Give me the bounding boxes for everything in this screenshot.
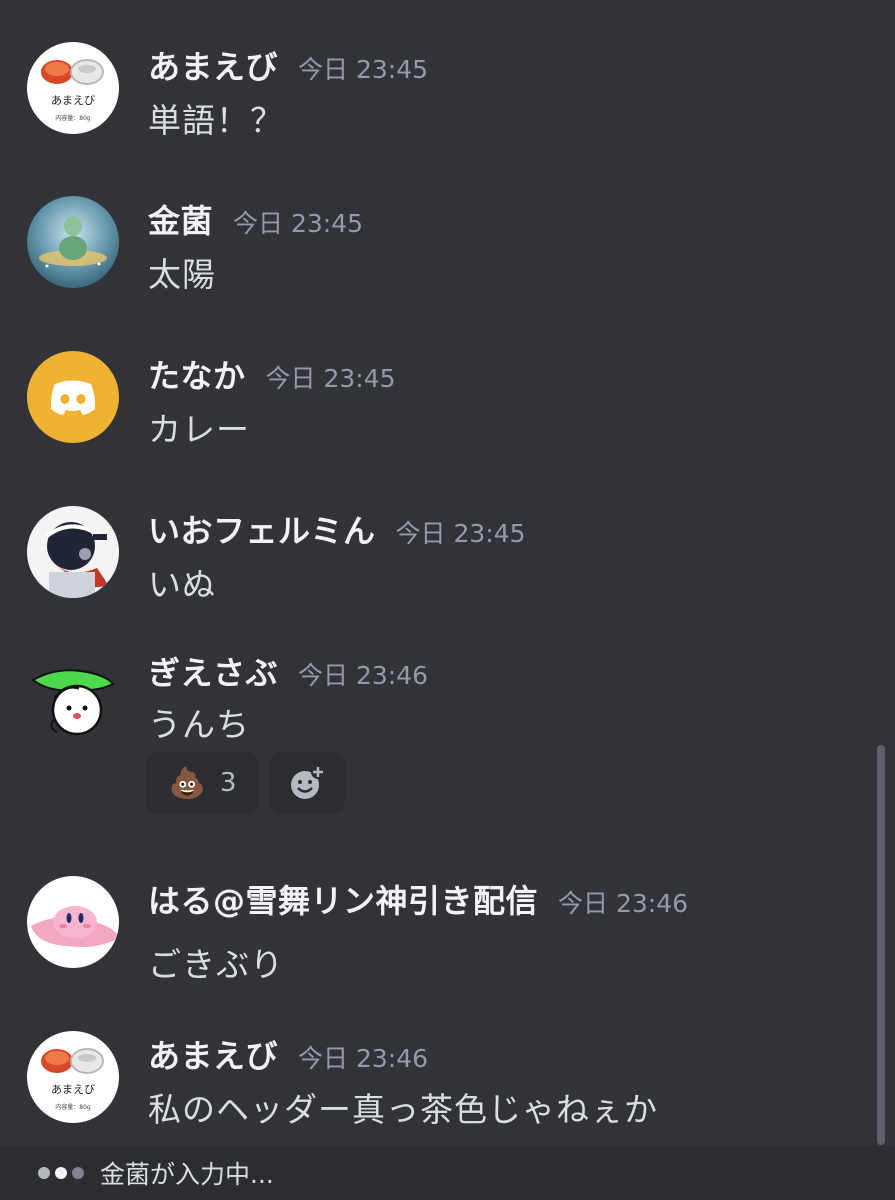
timestamp: 今日 23:45 [298,55,429,84]
scrollbar-thumb[interactable] [877,745,885,1145]
user-avatar[interactable]: あまえび 内容量：80g [27,42,119,134]
message-content: 太陽 [148,255,216,294]
message-content: 私のヘッダー真っ茶色じゃねぇか [148,1090,658,1129]
message-content: 単語！？ [148,101,284,140]
avatar-sub-text: 内容量：80g [55,114,91,122]
typing-text: 金菌が入力中... [100,1160,274,1189]
chat-message-list[interactable]: あまえび 内容量：80g あまえび 今日 23:45 単語！？ 金菌 今日 23… [0,0,895,1146]
username[interactable]: 金菌 [148,196,213,242]
timestamp: 今日 23:46 [298,1044,429,1073]
username[interactable]: ぎえさぶ [148,648,278,694]
timestamp: 今日 23:45 [395,519,526,548]
timestamp: 今日 23:45 [265,364,396,393]
reactions-bar: 💩 3 [146,752,345,814]
message-content: いぬ [148,565,216,604]
username[interactable]: たなか [148,351,246,397]
user-avatar[interactable] [27,196,119,288]
avatar-sub-text: 内容量：80g [55,1103,91,1111]
user-avatar[interactable] [27,506,119,598]
username[interactable]: あまえび [148,42,278,88]
timestamp: 今日 23:46 [298,661,429,690]
user-avatar[interactable] [27,648,119,740]
avatar-label-text: あまえび [51,1083,95,1096]
message-content: うんち [148,705,250,744]
user-avatar[interactable] [27,351,119,443]
message-content: ごきぶり [148,945,284,984]
add-reaction-button[interactable] [269,752,345,814]
user-avatar[interactable] [27,876,119,968]
typing-indicator: 金菌が入力中... [0,1146,895,1200]
discord-logo-icon [50,380,96,415]
timestamp: 今日 23:45 [233,209,364,238]
username[interactable]: はる@雪舞リン神引き配信 [148,876,538,922]
username[interactable]: あまえび [148,1031,278,1077]
message-content: カレー [148,410,250,449]
username[interactable]: いおフェルミん [148,506,376,552]
typing-dots-icon [38,1167,84,1179]
add-reaction-icon [291,765,325,799]
reaction-count: 3 [219,768,237,798]
avatar-label-text: あまえび [51,94,95,107]
poop-emoji-icon: 💩 [168,765,206,801]
user-avatar[interactable]: あまえび 内容量：80g [27,1031,119,1123]
reaction-poop[interactable]: 💩 3 [146,752,259,814]
timestamp: 今日 23:46 [558,889,689,918]
